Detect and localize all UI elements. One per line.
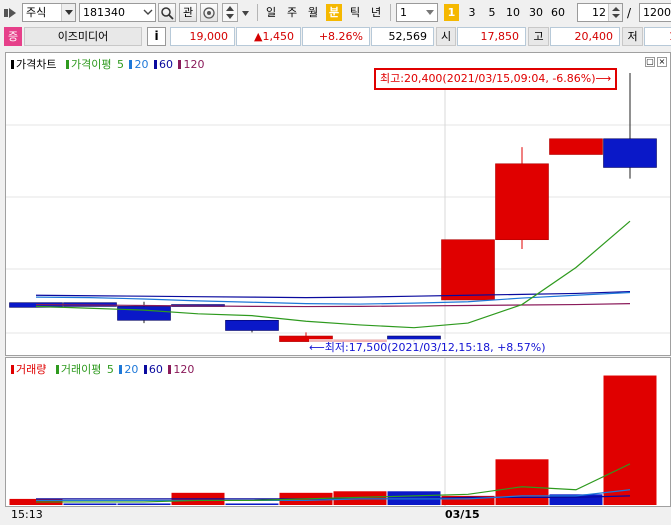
xaxis-left-label: 15:13 [11, 508, 43, 521]
volume-bar [603, 375, 657, 505]
volume-bar [117, 503, 171, 505]
quick-interval-5[interactable]: 5 [484, 4, 500, 21]
stepper-control[interactable] [222, 3, 238, 22]
magnifier-icon [161, 7, 174, 20]
chevron-down-icon [424, 4, 436, 21]
quick-interval-1[interactable]: 1 [444, 4, 459, 21]
interval-value: 1 [400, 6, 407, 19]
quick-interval-10[interactable]: 10 [503, 4, 523, 21]
volume-bar [225, 503, 279, 505]
spin-icon [608, 4, 622, 21]
total-count-value: 1200 [643, 6, 671, 19]
stock-badge: 증 [4, 27, 22, 46]
high-label: 고 [528, 27, 549, 46]
xaxis-date-label: 03/15 [445, 508, 480, 521]
interval-select[interactable]: 1 [396, 3, 438, 22]
quick-interval-30[interactable]: 30 [526, 4, 546, 21]
info-button[interactable]: i [147, 27, 166, 46]
low-annotation: ⟵최저:17,500(2021/03/12,15:18, +8.57%) [309, 339, 546, 355]
period-minute[interactable]: 분 [326, 4, 342, 21]
dropdown-arrow-icon[interactable] [241, 8, 250, 18]
period-month[interactable]: 월 [305, 4, 321, 21]
total-count-input[interactable]: 1200 [639, 3, 671, 22]
period-day[interactable]: 일 [263, 4, 279, 21]
stock-code-input[interactable]: 181340 [79, 3, 156, 22]
volume-bar [63, 503, 117, 505]
stock-code-value: 181340 [83, 6, 125, 19]
link-icon [203, 7, 215, 19]
quick-interval-60[interactable]: 60 [548, 4, 568, 21]
toolbar-separator [390, 4, 391, 21]
candle-body [117, 306, 171, 321]
volume-bar [495, 459, 549, 505]
low-label: 저 [622, 27, 643, 46]
high-annotation: 최고:20,400(2021/03/15,09:04, -6.86%)⟶ [374, 68, 618, 90]
period-week[interactable]: 주 [284, 4, 300, 21]
toolbar-separator [257, 4, 258, 21]
candle-body [549, 138, 603, 155]
candle-body [495, 163, 549, 241]
open-price: 17,850 [457, 27, 526, 46]
candle-body [225, 319, 279, 331]
period-tick[interactable]: 틱 [347, 4, 363, 21]
trade-volume: 52,569 [371, 27, 434, 46]
market-select[interactable]: 주식 [22, 3, 76, 22]
period-year[interactable]: 년 [368, 4, 384, 21]
price-chart-plot [6, 71, 670, 355]
search-button[interactable] [158, 3, 176, 22]
chevron-down-icon [143, 4, 153, 21]
price-change-pct: +8.26% [302, 27, 370, 46]
open-label: 시 [436, 27, 456, 46]
stock-name: 이즈미디어 [24, 27, 142, 46]
up-down-icon [226, 6, 234, 19]
watchlist-button[interactable]: 관 [179, 3, 197, 22]
menu-arrow-icon[interactable] [4, 6, 20, 20]
market-select-value: 주식 [26, 6, 47, 19]
candle-body [603, 138, 657, 168]
candle-body [441, 239, 495, 301]
current-price: 19,000 [170, 27, 235, 46]
high-price: 20,400 [550, 27, 620, 46]
count-divider: / [627, 6, 632, 20]
price-change: ▲1,450 [236, 27, 301, 46]
volume-chart-plot [9, 358, 657, 506]
low-price: 1 [644, 27, 671, 46]
link-button[interactable] [200, 3, 218, 22]
quick-interval-3[interactable]: 3 [464, 4, 480, 21]
count-value: 12 [592, 6, 606, 19]
chevron-down-icon [61, 4, 75, 21]
count-input[interactable]: 12 [577, 3, 623, 22]
